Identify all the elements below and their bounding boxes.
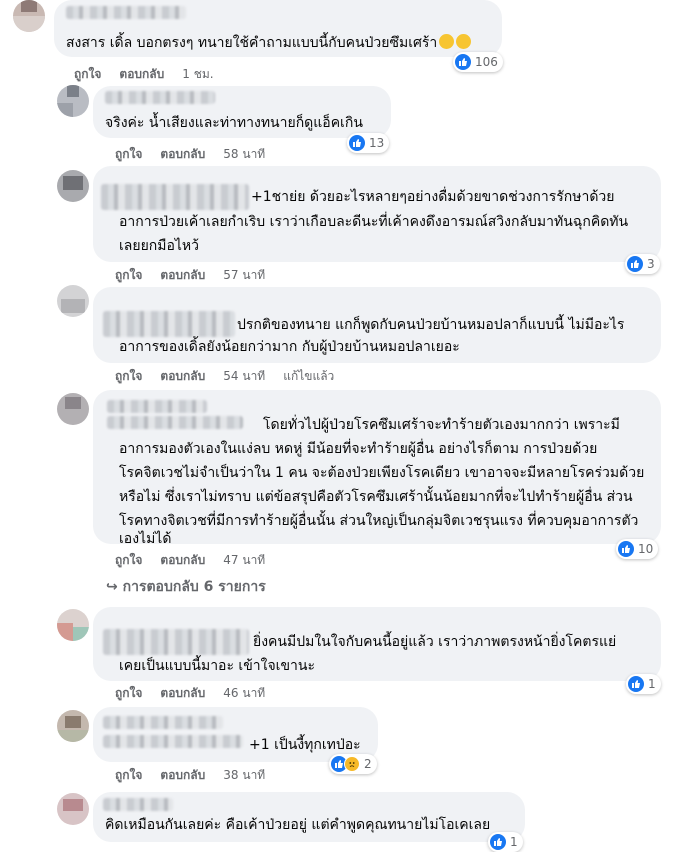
comment-text: อาการมองตัวเองในแง่ลบ หดหู่ มีน้อยที่จะท… — [119, 441, 598, 457]
timestamp[interactable]: 1 ชม. — [182, 67, 213, 81]
like-button[interactable]: ถูกใจ — [74, 67, 101, 81]
comment-actions: ถูกใจ ตอบกลับ 57 นาที — [115, 266, 283, 285]
comment-actions: ถูกใจ ตอบกลับ 58 นาที — [115, 145, 283, 164]
like-icon — [349, 135, 365, 151]
avatar[interactable] — [57, 710, 89, 742]
comment-actions: ถูกใจ ตอบกลับ 46 นาที — [115, 684, 283, 703]
like-button[interactable]: ถูกใจ — [115, 553, 142, 567]
comment-actions: ถูกใจ ตอบกลับ 54 นาที แก้ไขแล้ว — [115, 367, 352, 386]
comment-text: จริงค่ะ น้ำเสียงและท่าทางทนายก็ดูแอ็คเกิ… — [105, 115, 363, 131]
comment-text: สงสาร เดิ้ล บอกตรงๆ ทนายใช้คำถามแบบนี้กั… — [66, 30, 472, 56]
comment-bubble: +1ชาย่ย ด้วยอะไรหลายๆอย่างดื่มด้วยขาดช่ว… — [93, 166, 661, 262]
comment-text: โรคทางจิตเวชที่มีการทำร้ายผู้อื่นนั้น ส่… — [119, 513, 639, 529]
avatar[interactable] — [57, 285, 89, 317]
comment-text: อาการของเดิ้ลยังน้อยกว่ามาก กับผู้ป่วยบ้… — [119, 339, 460, 355]
reaction-count[interactable]: 106 — [453, 52, 503, 72]
comment-text: +1ชาย่ย ด้วยอะไรหลายๆอย่างดื่มด้วยขาดช่ว… — [251, 189, 615, 205]
comment-text: คิดเหมือนกันเลยค่ะ คือเค้าป่วยอยู่ แต่คำ… — [105, 817, 491, 833]
comment-bubble: คิดเหมือนกันเลยค่ะ คือเค้าป่วยอยู่ แต่คำ… — [93, 792, 525, 842]
comment-text: เลยยกมือไหว้ — [119, 238, 200, 254]
avatar[interactable] — [13, 0, 45, 32]
timestamp[interactable]: 57 นาที — [223, 268, 265, 282]
comment-actions: ถูกใจ ตอบกลับ 38 นาที — [115, 766, 283, 785]
like-button[interactable]: ถูกใจ — [115, 369, 142, 383]
like-icon — [627, 256, 643, 272]
comment-text: เองไม่ได้ — [119, 531, 172, 547]
commenter-name-suffix — [107, 416, 243, 429]
comment-bubble: โดยทั่วไปผู้ป่วยโรคซึมเศร้าจะทำร้ายตัวเอ… — [93, 390, 661, 547]
commenter-name[interactable] — [103, 629, 249, 655]
commenter-name[interactable] — [105, 91, 215, 104]
reply-button[interactable]: ตอบกลับ — [160, 686, 205, 700]
reply-button[interactable]: ตอบกลับ — [160, 268, 205, 282]
comment-actions: ถูกใจ ตอบกลับ 47 นาที — [115, 551, 283, 570]
comment-text: อาการป่วยเค้าเลยกำเริบ เราว่าเกือบละดีนะ… — [119, 214, 629, 230]
like-button[interactable]: ถูกใจ — [115, 768, 142, 782]
comment-text: ยิ่งคนมีปมในใจกับคนนี้อยู่แล้ว เราว่าภาพ… — [253, 634, 617, 650]
timestamp[interactable]: 47 นาที — [223, 553, 265, 567]
sad-reaction-icon — [344, 756, 360, 772]
like-button[interactable]: ถูกใจ — [115, 268, 142, 282]
comment-text: เคยเป็นแบบนี้มาอะ เข้าใจเขานะ — [119, 658, 315, 674]
reaction-count[interactable]: 2 — [329, 754, 377, 774]
like-icon — [618, 541, 634, 557]
reply-button[interactable]: ตอบกลับ — [160, 768, 205, 782]
comment-bubble: สงสาร เดิ้ล บอกตรงๆ ทนายใช้คำถามแบบนี้กั… — [54, 0, 502, 57]
timestamp[interactable]: 46 นาที — [223, 686, 265, 700]
like-icon — [490, 834, 506, 850]
reaction-count[interactable]: 10 — [616, 539, 659, 559]
avatar[interactable] — [57, 609, 89, 641]
avatar[interactable] — [57, 393, 89, 425]
reaction-count[interactable]: 1 — [488, 832, 523, 852]
like-icon — [628, 676, 644, 692]
edited-label[interactable]: แก้ไขแล้ว — [283, 369, 334, 383]
smiling-emoji-icon — [456, 34, 472, 49]
reply-button[interactable]: ตอบกลับ — [119, 67, 164, 81]
comment-text: หรือไม่ ซึ่งเราไม่ทราบ แต่ข้อสรุปคือตัวโ… — [119, 489, 633, 505]
commenter-name[interactable] — [103, 798, 173, 811]
avatar[interactable] — [57, 793, 89, 825]
commenter-name[interactable] — [107, 400, 207, 413]
reaction-count[interactable]: 1 — [626, 674, 661, 694]
reply-arrow-icon: ↪ — [106, 579, 118, 595]
like-icon — [455, 54, 471, 70]
avatar[interactable] — [57, 170, 89, 202]
like-button[interactable]: ถูกใจ — [115, 686, 142, 700]
reply-button[interactable]: ตอบกลับ — [160, 553, 205, 567]
commenter-name[interactable] — [66, 6, 186, 19]
smiling-emoji-icon — [439, 34, 455, 49]
reply-button[interactable]: ตอบกลับ — [160, 369, 205, 383]
avatar[interactable] — [57, 85, 89, 117]
comment-text: โดยทั่วไปผู้ป่วยโรคซึมเศร้าจะทำร้ายตัวเอ… — [263, 417, 620, 433]
commenter-name[interactable] — [101, 184, 249, 210]
reply-button[interactable]: ตอบกลับ — [160, 147, 205, 161]
commenter-name-suffix — [103, 735, 243, 748]
reaction-count[interactable]: 3 — [625, 254, 660, 274]
timestamp[interactable]: 58 นาที — [223, 147, 265, 161]
comment-bubble: จริงค่ะ น้ำเสียงและท่าทางทนายก็ดูแอ็คเกิ… — [93, 86, 391, 138]
comment-bubble: ปรกติของทนาย แกก็พูดกับคนป่วยบ้านหมอปลาก… — [93, 287, 661, 363]
like-button[interactable]: ถูกใจ — [115, 147, 142, 161]
view-replies-link[interactable]: ↪ การตอบกลับ 6 รายการ — [106, 576, 266, 598]
timestamp[interactable]: 38 นาที — [223, 768, 265, 782]
comment-actions: ถูกใจ ตอบกลับ 1 ชม. — [74, 65, 232, 84]
timestamp[interactable]: 54 นาที — [223, 369, 265, 383]
comment-text: โรคจิตเวชไม่จำเป็นว่าใน 1 คน จะต้องป่วยเ… — [119, 465, 645, 481]
comment-bubble: ยิ่งคนมีปมในใจกับคนนี้อยู่แล้ว เราว่าภาพ… — [93, 607, 661, 681]
commenter-name[interactable] — [103, 716, 223, 729]
reaction-count[interactable]: 13 — [347, 133, 390, 153]
